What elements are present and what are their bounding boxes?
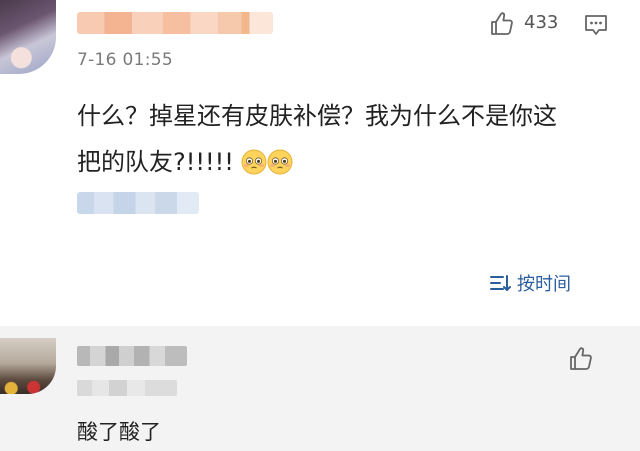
replier-avatar[interactable] xyxy=(0,338,56,394)
reply-button[interactable] xyxy=(583,12,609,38)
thumbs-up-icon xyxy=(491,12,513,35)
commenter-name-blurred[interactable] xyxy=(77,12,273,34)
comment-card: 7-16 01:55 433 什么？掉星还有皮肤补偿？我为什么不是你这 把的队友… xyxy=(0,0,640,326)
reply-timestamp-blurred xyxy=(77,380,177,396)
reply-card: 酸了酸了 xyxy=(0,326,640,451)
reply-like-button[interactable] xyxy=(568,346,594,372)
replier-name-blurred[interactable] xyxy=(77,346,187,366)
comment-timestamp: 7-16 01:55 xyxy=(77,50,173,70)
sort-icon xyxy=(490,275,511,291)
comment-text-body: 什么？掉星还有皮肤补偿？我为什么不是你这 把的队友?!!!!! xyxy=(77,102,557,176)
blurred-tag[interactable] xyxy=(77,192,199,214)
sort-label: 按时间 xyxy=(517,274,571,295)
flushed-face-emoji xyxy=(241,144,293,190)
like-count: 433 xyxy=(524,12,559,33)
sort-by-time-button[interactable]: 按时间 xyxy=(489,270,571,296)
reply-text: 酸了酸了 xyxy=(77,420,161,444)
comment-text: 什么？掉星还有皮肤补偿？我为什么不是你这 把的队友?!!!!! xyxy=(77,93,617,190)
comment-bubble-icon xyxy=(585,15,607,35)
like-button[interactable] xyxy=(489,11,515,37)
commenter-avatar[interactable] xyxy=(0,0,56,74)
thumbs-up-icon xyxy=(570,347,592,370)
